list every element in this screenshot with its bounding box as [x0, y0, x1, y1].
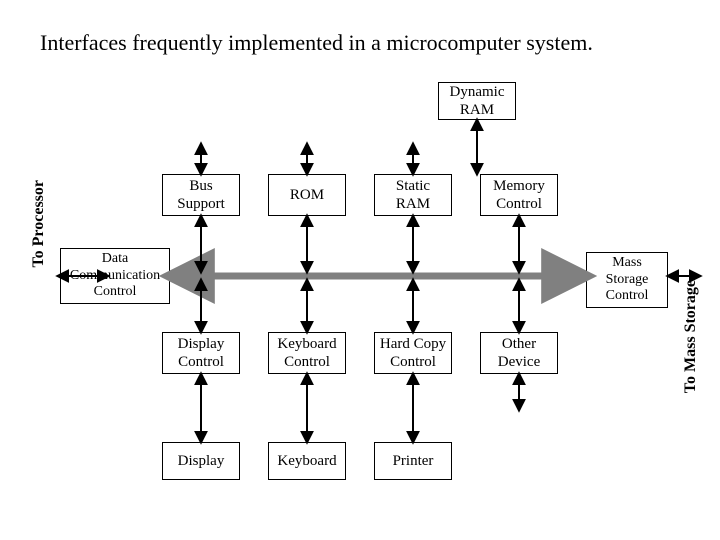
- box-mass-storage: MassStorageControl: [586, 252, 668, 308]
- box-keyboard-control: KeyboardControl: [268, 332, 346, 374]
- box-display-control: DisplayControl: [162, 332, 240, 374]
- box-rom: ROM: [268, 174, 346, 216]
- box-keyboard: Keyboard: [268, 442, 346, 480]
- box-display: Display: [162, 442, 240, 480]
- left-label: To Processor: [30, 180, 48, 268]
- right-label: To Mass Storage: [682, 280, 700, 393]
- box-bus-support: BusSupport: [162, 174, 240, 216]
- box-memory-control: MemoryControl: [480, 174, 558, 216]
- box-other-device: OtherDevice: [480, 332, 558, 374]
- box-data-comm: DataCommunicationControl: [60, 248, 170, 304]
- box-hard-copy-control: Hard CopyControl: [374, 332, 452, 374]
- box-printer: Printer: [374, 442, 452, 480]
- box-dynamic-ram: DynamicRAM: [438, 82, 516, 120]
- diagram-title: Interfaces frequently implemented in a m…: [40, 30, 680, 56]
- box-static-ram: StaticRAM: [374, 174, 452, 216]
